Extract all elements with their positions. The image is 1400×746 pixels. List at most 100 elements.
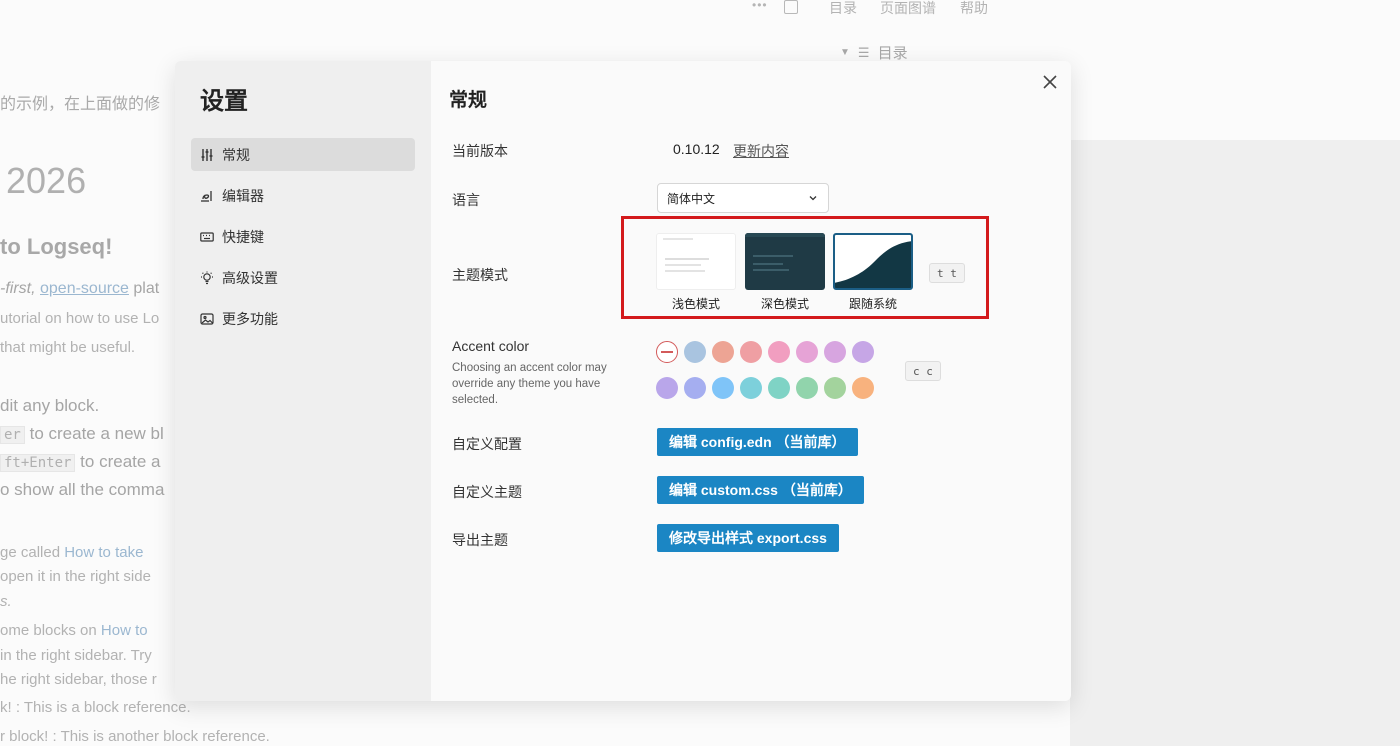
language-label: 语言 bbox=[452, 192, 480, 208]
image-icon bbox=[200, 312, 214, 326]
settings-content: 常规 当前版本 0.10.12 更新内容 语言 简体中文 主题模式 浅色模式 深… bbox=[431, 61, 1071, 701]
close-icon bbox=[1043, 75, 1057, 89]
accent-shortcut-hint: c c bbox=[905, 361, 941, 381]
bulb-icon bbox=[200, 271, 214, 285]
nav-item-label: 编辑器 bbox=[222, 187, 264, 204]
keyboard-icon bbox=[200, 230, 214, 244]
accent-color-swatch[interactable] bbox=[796, 377, 818, 399]
chevron-down-icon: ▼ bbox=[840, 47, 850, 58]
theme-system-label: 跟随系统 bbox=[848, 297, 897, 311]
toc-panel-label: 目录 bbox=[877, 45, 908, 62]
accent-color-label: Accent color bbox=[452, 338, 530, 354]
section-title: 常规 bbox=[449, 90, 488, 111]
bg-text-line: 的示例，在上面做的修 bbox=[0, 96, 161, 113]
nav-item-editor[interactable]: 编辑器 bbox=[191, 179, 415, 212]
edit-config-button[interactable]: 编辑 config.edn （当前库） bbox=[657, 428, 858, 456]
theme-dark-option[interactable]: 深色模式 bbox=[745, 233, 825, 312]
theme-label: 主题模式 bbox=[452, 267, 508, 283]
nav-item-general[interactable]: 常规 bbox=[191, 138, 415, 171]
topbar-graph[interactable]: 页面图谱 bbox=[880, 0, 936, 18]
nav-item-label: 常规 bbox=[222, 146, 250, 163]
close-button[interactable] bbox=[1039, 71, 1061, 93]
accent-none-swatch[interactable] bbox=[656, 341, 678, 363]
edit-custom-css-button[interactable]: 编辑 custom.css （当前库） bbox=[657, 476, 864, 504]
bg-text-line: r block! : This is another block referen… bbox=[0, 728, 270, 745]
nav-item-shortcuts[interactable]: 快捷键 bbox=[191, 220, 415, 253]
bg-text-line: that might be useful. bbox=[0, 339, 136, 356]
nav-item-label: 快捷键 bbox=[222, 228, 264, 245]
language-value: 简体中文 bbox=[667, 191, 716, 206]
chevron-down-icon bbox=[809, 196, 817, 201]
bg-code: ft+Enter bbox=[0, 454, 76, 472]
version-value: 0.10.12 bbox=[673, 141, 720, 157]
sidebar-toggle-icon[interactable] bbox=[784, 0, 798, 14]
bg-link[interactable]: open-source bbox=[40, 280, 129, 297]
accent-color-swatch[interactable] bbox=[852, 377, 874, 399]
bg-text-line: k! : This is a block reference. bbox=[0, 699, 191, 716]
bg-text-line: er to create a new bl bbox=[0, 424, 164, 444]
background-right-panel bbox=[1070, 140, 1400, 746]
bg-text-line: ft+Enter to create a bbox=[0, 452, 161, 472]
accent-color-swatch[interactable] bbox=[824, 377, 846, 399]
bg-text-line: in the right sidebar. Try bbox=[0, 647, 152, 664]
language-select[interactable]: 简体中文 bbox=[657, 183, 829, 213]
accent-color-swatch[interactable] bbox=[768, 341, 790, 363]
bg-text-line: ge called How to take bbox=[0, 544, 143, 561]
accent-color-swatch[interactable] bbox=[824, 341, 846, 363]
bg-text-line: he right sidebar, those r bbox=[0, 671, 157, 688]
nav-item-label: 高级设置 bbox=[222, 269, 278, 286]
custom-config-label: 自定义配置 bbox=[452, 436, 522, 452]
theme-shortcut-hint: t t bbox=[929, 263, 965, 283]
bg-text: ome blocks on bbox=[0, 622, 97, 639]
custom-theme-label: 自定义主题 bbox=[452, 484, 522, 500]
accent-color-swatch[interactable] bbox=[740, 377, 762, 399]
accent-color-description: Choosing an accent color may override an… bbox=[452, 362, 607, 406]
accent-color-swatch[interactable] bbox=[768, 377, 790, 399]
toc-panel-header[interactable]: ▼ ☰ 目录 bbox=[840, 42, 908, 63]
settings-modal: 设置 常规 编辑器 快捷键 高级设置 更多功能 常规 当前版本 0.10.12 … bbox=[175, 61, 1071, 701]
editor-icon bbox=[200, 189, 214, 203]
changelog-link[interactable]: 更新内容 bbox=[733, 141, 789, 161]
accent-color-swatch[interactable] bbox=[712, 341, 734, 363]
accent-color-swatch[interactable] bbox=[712, 377, 734, 399]
nav-item-advanced[interactable]: 高级设置 bbox=[191, 261, 415, 294]
bg-text: ge called bbox=[0, 544, 61, 561]
accent-color-swatch[interactable] bbox=[684, 377, 706, 399]
accent-color-swatch[interactable] bbox=[656, 377, 678, 399]
bg-text: to create a new bl bbox=[29, 424, 164, 443]
bg-heading: to Logseq! bbox=[0, 234, 113, 259]
bg-text-line: s. bbox=[0, 593, 12, 610]
theme-light-label: 浅色模式 bbox=[671, 297, 720, 311]
version-label: 当前版本 bbox=[452, 143, 508, 159]
list-icon: ☰ bbox=[857, 44, 870, 60]
accent-color-swatch[interactable] bbox=[852, 341, 874, 363]
bg-page-ref[interactable]: How to bbox=[101, 622, 148, 639]
export-theme-label: 导出主题 bbox=[452, 532, 508, 548]
accent-color-swatch[interactable] bbox=[684, 341, 706, 363]
accent-color-swatch[interactable] bbox=[740, 341, 762, 363]
theme-system-preview bbox=[833, 233, 913, 290]
bg-text: to create a bbox=[80, 452, 161, 471]
settings-sidebar: 设置 常规 编辑器 快捷键 高级设置 更多功能 bbox=[175, 61, 431, 701]
bg-page-title: 2026 bbox=[6, 160, 87, 201]
bg-text-line: open it in the right side bbox=[0, 568, 151, 585]
nav-item-features[interactable]: 更多功能 bbox=[191, 302, 415, 335]
accent-color-swatch[interactable] bbox=[796, 341, 818, 363]
sliders-icon bbox=[200, 148, 214, 162]
theme-dark-label: 深色模式 bbox=[760, 297, 809, 311]
topbar-help[interactable]: 帮助 bbox=[960, 0, 988, 18]
theme-light-option[interactable]: 浅色模式 bbox=[656, 233, 736, 312]
bg-text-line: ome blocks on How to bbox=[0, 622, 148, 639]
bg-page-ref[interactable]: How to take bbox=[64, 544, 143, 561]
bg-text-line: utorial on how to use Lo bbox=[0, 310, 160, 327]
bg-text-line: dit any block. bbox=[0, 396, 100, 415]
theme-dark-preview bbox=[745, 233, 825, 290]
bg-text: plat bbox=[133, 280, 160, 297]
topbar-toc[interactable]: 目录 bbox=[829, 0, 857, 18]
settings-title: 设置 bbox=[200, 88, 248, 115]
more-icon[interactable]: ••• bbox=[752, 0, 768, 12]
theme-system-option[interactable]: 跟随系统 bbox=[833, 233, 913, 312]
edit-export-css-button[interactable]: 修改导出样式 export.css bbox=[657, 524, 839, 552]
bg-code: er bbox=[0, 426, 25, 444]
bg-text-line: o show all the comma bbox=[0, 480, 165, 499]
